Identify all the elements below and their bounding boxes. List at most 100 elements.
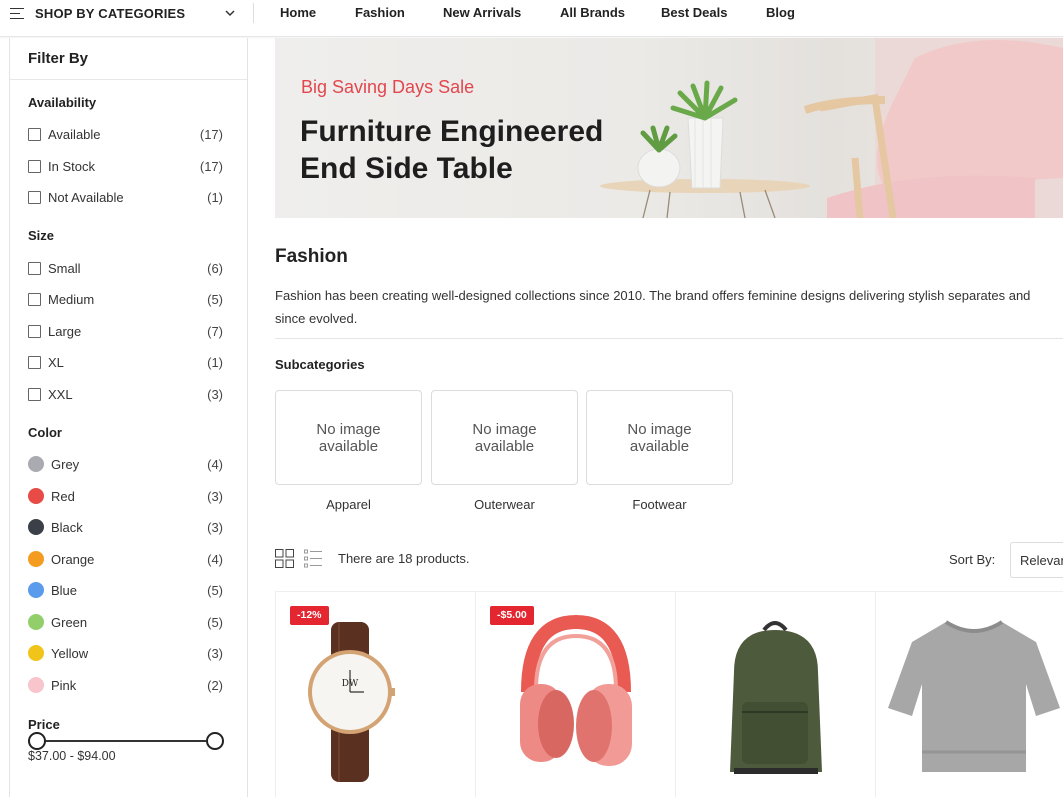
- sweater-image: [888, 620, 1060, 772]
- filter-label: Orange: [51, 551, 95, 567]
- filter-label: Red: [51, 488, 75, 504]
- filter-label: Large: [48, 323, 82, 339]
- filter-color-blue[interactable]: Blue (5): [28, 581, 223, 599]
- subcategory-label-apparel[interactable]: Apparel: [275, 497, 422, 512]
- color-swatch[interactable]: [28, 488, 44, 504]
- price-slider-max-handle[interactable]: [206, 732, 224, 750]
- shop-by-categories-button[interactable]: SHOP BY CATEGORIES: [10, 0, 236, 27]
- filter-label: XL: [48, 354, 64, 370]
- price-range-text: $37.00 - $94.00: [28, 749, 116, 763]
- filter-label: Available: [48, 126, 101, 142]
- nav-link-fashion[interactable]: Fashion: [355, 5, 405, 20]
- sort-select[interactable]: Relevance: [1010, 542, 1063, 578]
- product-count: There are 18 products.: [338, 551, 470, 566]
- filter-count: (5): [207, 582, 223, 598]
- filter-label: Green: [51, 614, 88, 630]
- placeholder-line1: No image: [627, 420, 692, 438]
- nav-link-all-brands[interactable]: All Brands: [560, 5, 625, 20]
- checkbox[interactable]: [28, 387, 41, 401]
- filter-color-grey[interactable]: Grey (4): [28, 455, 223, 473]
- subcategory-label-outerwear[interactable]: Outerwear: [431, 497, 578, 512]
- color-swatch[interactable]: [28, 582, 44, 598]
- color-swatch[interactable]: [28, 614, 44, 630]
- color-swatch[interactable]: [28, 551, 44, 567]
- nav-link-home[interactable]: Home: [280, 5, 316, 20]
- filter-in-stock[interactable]: In Stock (17): [28, 157, 223, 175]
- filter-size-xxl[interactable]: XXL (3): [28, 385, 223, 403]
- filter-label: Yellow: [51, 645, 89, 661]
- filter-title: Filter By: [10, 38, 247, 80]
- filter-color-red[interactable]: Red (3): [28, 487, 223, 505]
- size-heading: Size: [28, 228, 55, 243]
- product-card[interactable]: -$5.00: [476, 592, 676, 797]
- chevron-down-icon: [225, 10, 235, 17]
- section-divider: [275, 338, 1063, 339]
- filter-available[interactable]: Available (17): [28, 125, 223, 143]
- filter-count: (7): [207, 323, 223, 339]
- color-swatch[interactable]: [28, 456, 44, 472]
- subcategory-label-footwear[interactable]: Footwear: [586, 497, 733, 512]
- filter-label: Pink: [51, 677, 77, 693]
- filter-size-medium[interactable]: Medium (5): [28, 290, 223, 308]
- filter-count: (3): [207, 386, 223, 402]
- checkbox[interactable]: [28, 324, 41, 338]
- filter-count: (3): [207, 519, 223, 535]
- filter-size-small[interactable]: Small (6): [28, 259, 223, 277]
- filter-size-xl[interactable]: XL (1): [28, 353, 223, 371]
- nav-link-best-deals[interactable]: Best Deals: [661, 5, 727, 20]
- filter-sidebar: Filter By Availability Available (17) In…: [9, 38, 248, 797]
- discount-badge: -$5.00: [490, 606, 534, 625]
- filter-label: Blue: [51, 582, 78, 598]
- subcategory-card-outerwear[interactable]: No image available: [431, 390, 578, 485]
- color-swatch[interactable]: [28, 519, 44, 535]
- checkbox[interactable]: [28, 261, 41, 275]
- filter-count: (1): [207, 189, 223, 205]
- placeholder-line1: No image: [472, 420, 537, 438]
- nav-link-blog[interactable]: Blog: [766, 5, 795, 20]
- checkbox[interactable]: [28, 159, 41, 173]
- filter-count: (5): [207, 614, 223, 630]
- list-view-icon[interactable]: [304, 549, 323, 568]
- placeholder-line1: No image: [316, 420, 381, 438]
- promo-banner[interactable]: Big Saving Days Sale Furniture Engineere…: [275, 38, 1063, 218]
- product-card[interactable]: DW -12%: [276, 592, 476, 797]
- category-description-line2: since evolved.: [275, 311, 358, 326]
- filter-color-yellow[interactable]: Yellow (3): [28, 644, 223, 662]
- no-image-placeholder: No image available: [316, 421, 380, 455]
- filter-color-green[interactable]: Green (5): [28, 613, 223, 631]
- checkbox[interactable]: [28, 127, 41, 141]
- category-title: Fashion: [275, 246, 348, 267]
- filter-count: (4): [207, 456, 223, 472]
- color-swatch[interactable]: [28, 677, 44, 693]
- category-description: Fashion has been creating well-designed …: [275, 284, 1063, 330]
- filter-label: Black: [51, 519, 83, 535]
- filter-not-available[interactable]: Not Available (1): [28, 188, 223, 206]
- product-card[interactable]: [676, 592, 876, 797]
- filter-size-large[interactable]: Large (7): [28, 322, 223, 340]
- subcategory-card-footwear[interactable]: No image available: [586, 390, 733, 485]
- filter-count: (17): [199, 158, 223, 174]
- grid-view-icon[interactable]: [275, 549, 294, 568]
- shop-by-categories-label: SHOP BY CATEGORIES: [35, 6, 186, 21]
- filter-color-orange[interactable]: Orange (4): [28, 550, 223, 568]
- availability-heading: Availability: [28, 95, 97, 110]
- filter-label: In Stock: [48, 158, 95, 174]
- filter-count: (4): [207, 551, 223, 567]
- placeholder-line2: available: [318, 437, 379, 455]
- checkbox[interactable]: [28, 355, 41, 369]
- price-slider-track[interactable]: [28, 740, 206, 742]
- subcategories-heading: Subcategories: [275, 357, 365, 372]
- filter-color-pink[interactable]: Pink (2): [28, 676, 223, 694]
- checkbox[interactable]: [28, 190, 41, 204]
- checkbox[interactable]: [28, 292, 41, 306]
- product-card[interactable]: [876, 592, 1063, 797]
- filter-color-black[interactable]: Black (3): [28, 518, 223, 536]
- price-slider-min-handle[interactable]: [28, 732, 46, 750]
- color-swatch[interactable]: [28, 645, 44, 661]
- nav-link-new-arrivals[interactable]: New Arrivals: [443, 5, 521, 20]
- filter-label: Medium: [48, 291, 95, 307]
- subcategory-card-apparel[interactable]: No image available: [275, 390, 422, 485]
- product-grid: DW -12% -$5.00: [275, 591, 1063, 797]
- banner-headline-line1: Furniture Engineered: [300, 115, 604, 148]
- filter-label: Small: [48, 260, 81, 276]
